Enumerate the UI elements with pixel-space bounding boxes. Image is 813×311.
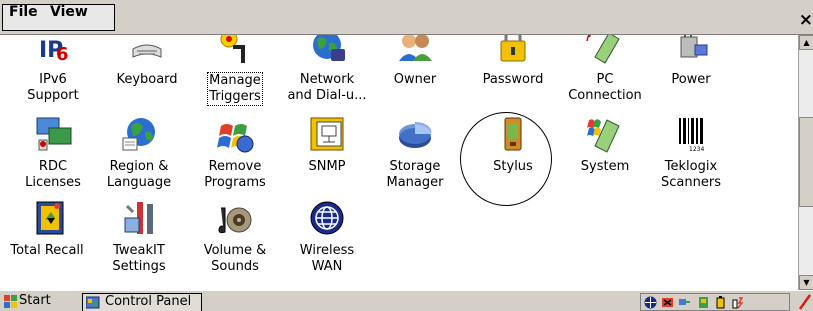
volume-sounds-icon: [218, 207, 252, 234]
item-password[interactable]: Password: [470, 35, 556, 88]
svg-text:1234: 1234: [689, 146, 704, 153]
taskbar: Start Control Panel: [0, 290, 813, 311]
start-button[interactable]: Start: [2, 293, 64, 311]
network-icon: [313, 35, 345, 61]
item-volume-sounds[interactable]: Volume & Sounds: [192, 198, 278, 275]
start-label: Start: [19, 293, 51, 308]
item-wireless-wan[interactable]: Wireless WAN: [284, 198, 370, 275]
battery-tray-icon[interactable]: [714, 296, 727, 309]
item-network[interactable]: Network and Dial-u...: [284, 35, 370, 104]
remove-programs-icon: [217, 124, 254, 153]
item-rdc-licenses[interactable]: RDC Licenses: [10, 114, 96, 191]
item-teklogix-scanners[interactable]: 1234 Teklogix Scanners: [648, 114, 734, 191]
control-panel-icon: [86, 296, 100, 309]
item-label: PC Connection: [568, 72, 642, 103]
item-label: SNMP: [308, 159, 346, 174]
item-label: Total Recall: [10, 243, 84, 258]
keyboard-icon: [132, 44, 162, 58]
item-label: Keyboard: [116, 72, 178, 87]
menu-bar: File View ×: [0, 0, 813, 35]
item-label: System: [580, 159, 630, 174]
item-remove-programs[interactable]: Remove Programs: [192, 114, 278, 191]
item-owner[interactable]: Owner: [372, 35, 458, 88]
network-tray-icon[interactable]: [661, 296, 674, 309]
item-total-recall[interactable]: Total Recall: [4, 198, 90, 259]
item-storage-manager[interactable]: Storage Manager: [372, 114, 458, 191]
menu-file-label: File: [9, 4, 38, 20]
highlight-circle: [460, 112, 552, 206]
item-label: Password: [482, 72, 544, 87]
pen-icon[interactable]: [797, 291, 813, 311]
ipv6-icon: IP 6: [39, 38, 69, 65]
pc-connection-icon: [586, 35, 620, 64]
password-icon: [500, 35, 526, 62]
item-snmp[interactable]: SNMP: [284, 114, 370, 175]
item-label: Volume & Sounds: [203, 243, 267, 274]
device-tray-icon[interactable]: [697, 296, 710, 309]
task-control-panel[interactable]: Control Panel: [82, 293, 202, 311]
item-label: RDC Licenses: [25, 159, 81, 190]
storage-manager-icon: [399, 121, 432, 148]
item-label: Storage Manager: [386, 159, 444, 190]
item-label: Manage Triggers: [207, 72, 263, 106]
svg-text:6: 6: [56, 44, 69, 65]
item-label: Network and Dial-u...: [287, 72, 367, 103]
region-language-icon: [122, 118, 155, 151]
power-icon: [680, 35, 708, 58]
system-icon: [587, 119, 620, 153]
teklogix-scanners-icon: 1234: [679, 118, 704, 153]
item-label: Power: [671, 72, 711, 87]
vertical-scrollbar[interactable]: ▲ ▼: [798, 35, 813, 290]
item-label: Teklogix Scanners: [661, 159, 721, 190]
item-region-language[interactable]: Region & Language: [96, 114, 182, 191]
item-pc-connection[interactable]: PC Connection: [562, 35, 648, 104]
scroll-thumb[interactable]: [799, 117, 813, 207]
item-label: Region & Language: [106, 159, 172, 190]
total-recall-icon: [36, 201, 64, 235]
item-tweakit-settings[interactable]: TweakIT Settings: [96, 198, 182, 275]
rdc-licenses-icon: [36, 117, 72, 151]
globe-tray-icon[interactable]: [644, 296, 657, 309]
item-ipv6-support[interactable]: IP 6 IPv6 Support: [10, 35, 96, 104]
snmp-icon: [310, 117, 344, 151]
scroll-down-button[interactable]: ▼: [799, 275, 813, 290]
menu-view-label: View: [50, 4, 88, 20]
scroll-up-button[interactable]: ▲: [799, 35, 813, 50]
item-system[interactable]: System: [562, 114, 648, 175]
tweakit-icon: [124, 202, 153, 234]
item-label: Owner: [393, 72, 437, 87]
owner-icon: [399, 35, 432, 61]
item-keyboard[interactable]: Keyboard: [104, 35, 190, 88]
manage-triggers-icon: [220, 35, 245, 63]
menu-file[interactable]: File: [9, 4, 38, 20]
system-tray: [640, 293, 790, 311]
task-label: Control Panel: [105, 294, 192, 309]
windows-flag-icon: [4, 295, 17, 308]
signal-tray-icon[interactable]: [731, 296, 744, 309]
control-panel-grid: IP 6 IPv6 Support Keyboard Manage Triggers…: [0, 35, 798, 290]
wireless-wan-icon: [310, 201, 344, 235]
item-label: TweakIT Settings: [112, 243, 166, 274]
item-label: Wireless WAN: [299, 243, 355, 274]
close-button[interactable]: ×: [799, 10, 813, 30]
menu-view[interactable]: View: [50, 4, 88, 20]
item-manage-triggers[interactable]: Manage Triggers: [192, 35, 278, 106]
item-label: Remove Programs: [204, 159, 266, 190]
connection-tray-icon[interactable]: [678, 296, 691, 309]
item-label: IPv6 Support: [27, 72, 79, 103]
item-power[interactable]: Power: [648, 35, 734, 88]
